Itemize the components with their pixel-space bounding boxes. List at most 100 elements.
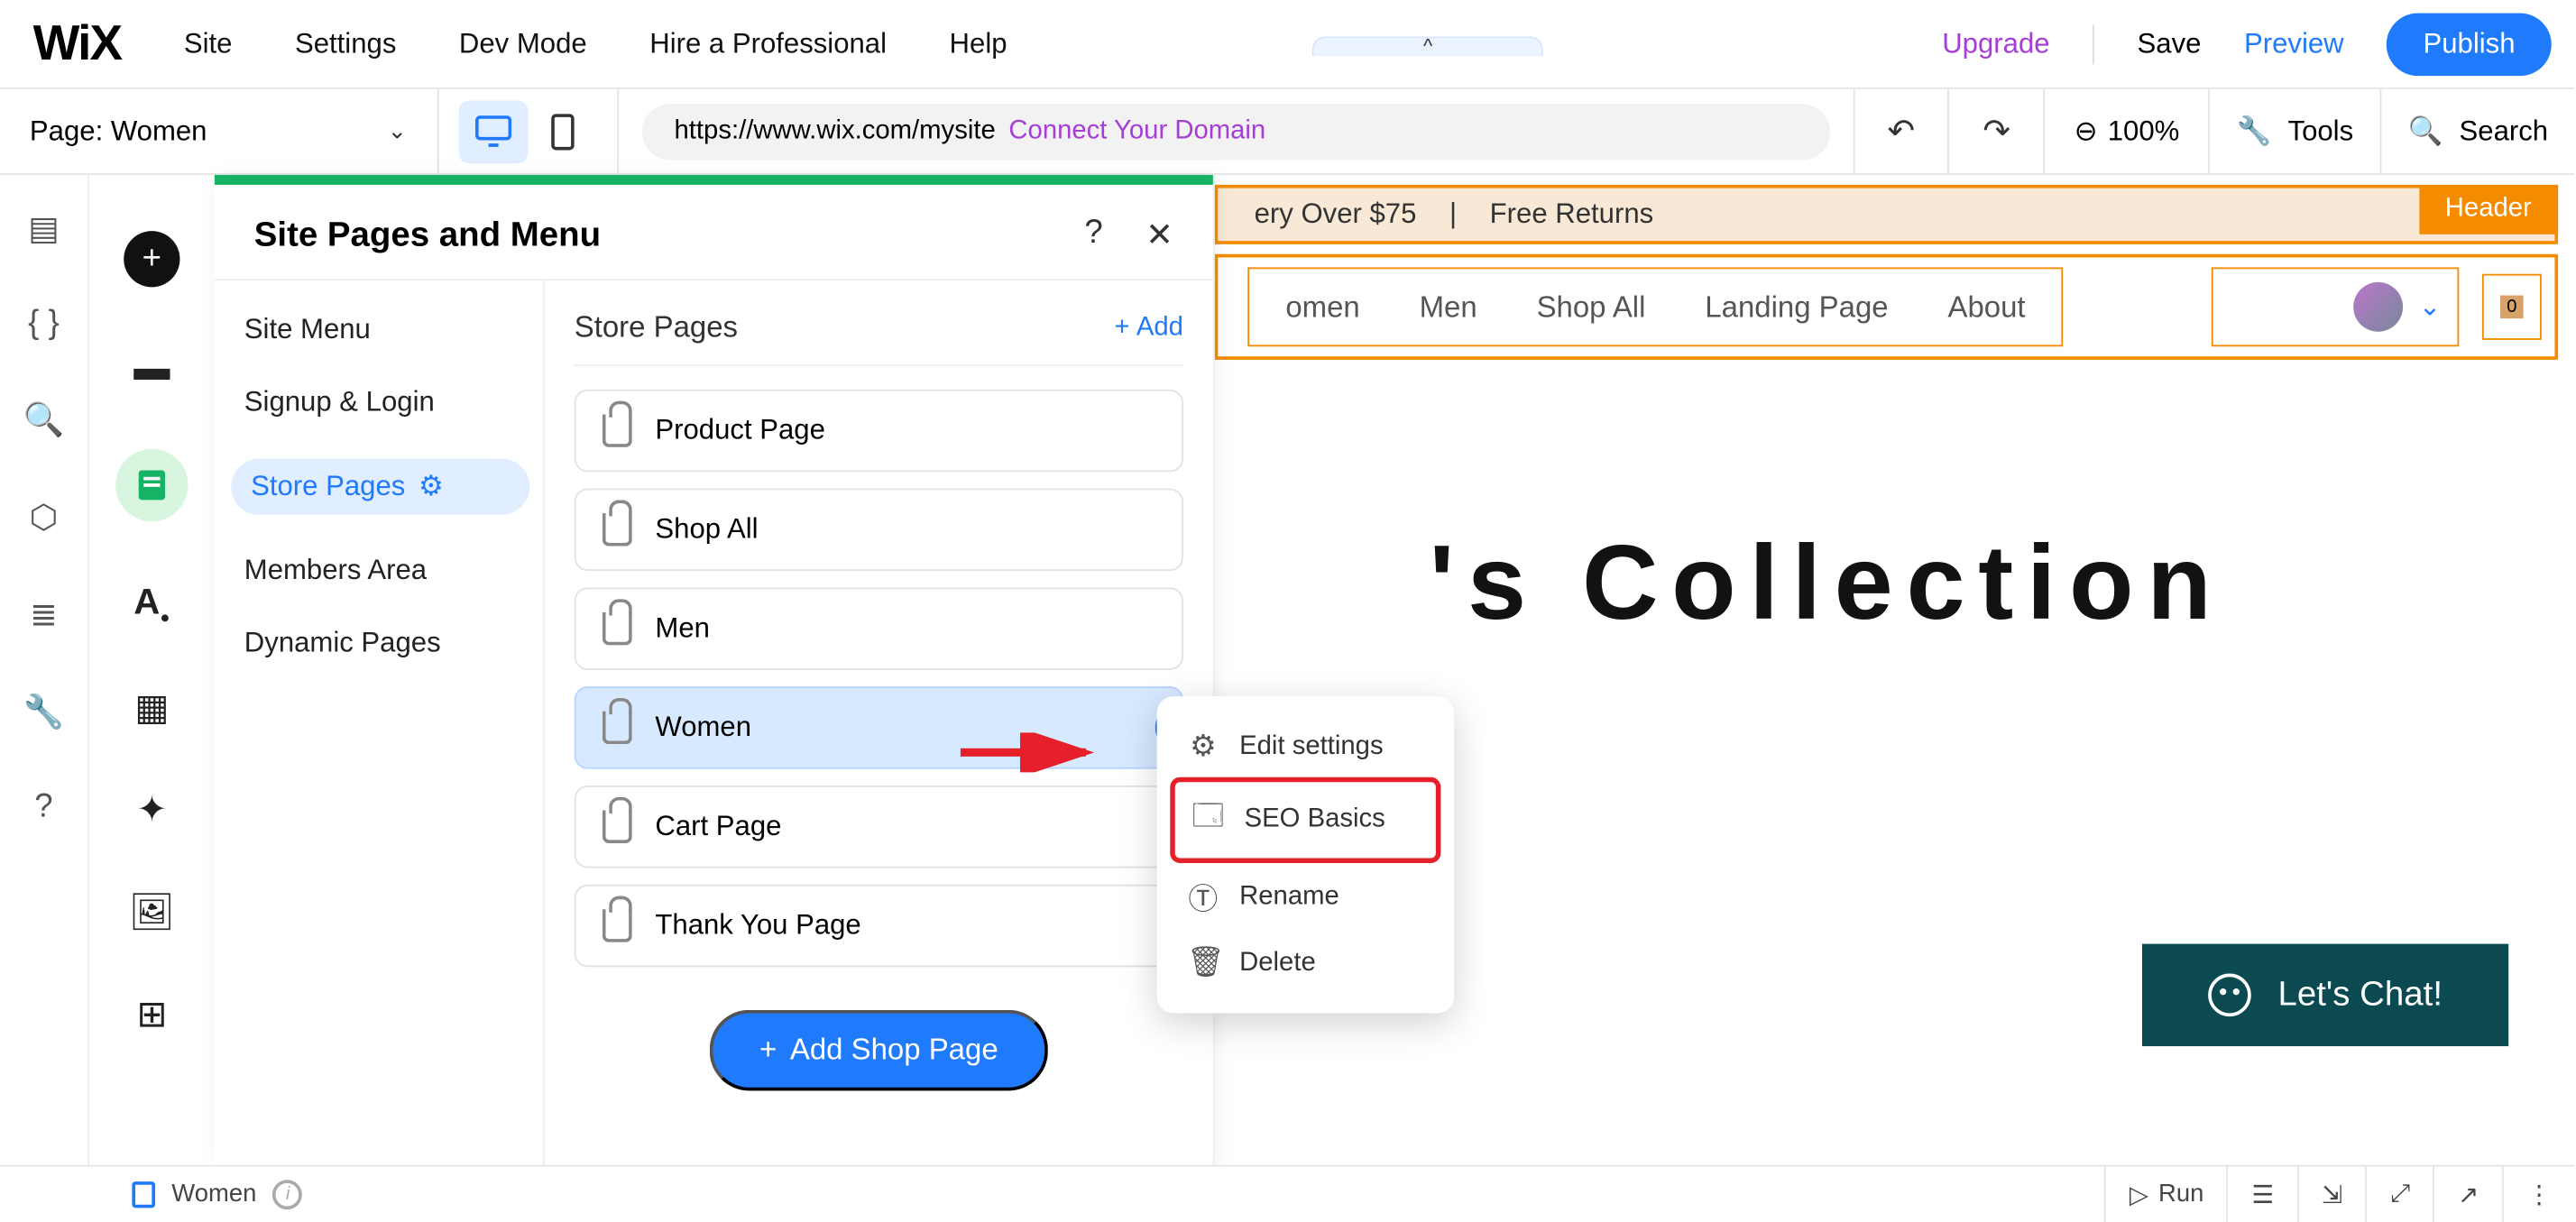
publish-button[interactable]: Publish <box>2387 13 2552 76</box>
panel-close-button[interactable]: ✕ <box>1145 215 1173 256</box>
banner-returns-text: Free Returns <box>1490 198 1654 232</box>
run-button[interactable]: ▷Run <box>2104 1166 2227 1222</box>
page-selector[interactable]: Page: Women ⌄ <box>0 89 438 173</box>
page-selector-label: Page: Women <box>30 115 207 148</box>
package-icon[interactable]: ⬡ <box>30 497 59 538</box>
ctx-edit-settings[interactable]: ⚙Edit settings <box>1170 716 1440 777</box>
code-braces-icon[interactable]: { } <box>28 306 60 344</box>
chevron-down-icon: ⌄ <box>388 117 407 145</box>
bag-icon <box>603 612 632 646</box>
nav-landing[interactable]: Landing Page <box>1705 289 1888 324</box>
nav-women[interactable]: omen <box>1285 289 1359 324</box>
apps-icon[interactable]: ▦ <box>134 687 169 730</box>
preview-button[interactable]: Preview <box>2244 27 2344 60</box>
search-button[interactable]: 🔍 Search <box>2381 89 2574 173</box>
layout-icon[interactable]: ⊞ <box>136 994 167 1037</box>
ctx-rename[interactable]: ⓉRename <box>1170 863 1440 933</box>
footer-tool-3[interactable]: ⤢ <box>2366 1166 2433 1222</box>
desktop-icon <box>474 115 511 148</box>
menu-help[interactable]: Help <box>950 27 1007 60</box>
page-categories: Site Menu Signup & Login Store Pages ⚙ M… <box>215 280 545 1168</box>
bottom-bar: Women i ▷Run ☰ ⇲ ⤢ ↗ ⋮ <box>0 1165 2574 1221</box>
page-item-men[interactable]: Men <box>575 587 1183 669</box>
category-store-pages-label: Store Pages <box>251 470 405 503</box>
site-nav-bar[interactable]: omen Men Shop All Landing Page About ⌄ 0 <box>1215 254 2558 360</box>
database-icon[interactable]: ≣ <box>30 594 58 636</box>
page-list-column: Store Pages + Add Product Page Shop All … <box>545 280 1213 1168</box>
add-element-button[interactable]: + <box>124 231 179 287</box>
header-section-badge[interactable]: Header <box>2418 185 2558 234</box>
page-code-icon[interactable]: ▤ <box>28 208 60 250</box>
footer-tool-2[interactable]: ⇲ <box>2297 1166 2366 1222</box>
panel-title: Site Pages and Menu <box>254 216 601 255</box>
bag-icon <box>603 414 632 447</box>
sections-icon[interactable]: ▬ <box>133 346 170 390</box>
menu-hire[interactable]: Hire a Professional <box>649 27 887 60</box>
device-switcher <box>438 89 618 173</box>
design-icon[interactable]: A● <box>133 581 170 628</box>
panel-help-button[interactable]: ? <box>1084 215 1102 256</box>
text-icon: Ⓣ <box>1187 877 1220 920</box>
nav-shop-all[interactable]: Shop All <box>1537 289 1646 324</box>
category-store-pages[interactable]: Store Pages ⚙ <box>231 459 529 515</box>
addons-icon[interactable]: ✦ <box>136 789 167 832</box>
footer-tool-4[interactable]: ↗ <box>2433 1166 2502 1222</box>
search-rail-icon[interactable]: 🔍 <box>23 400 65 441</box>
add-shop-page-button[interactable]: + Add Shop Page <box>710 1010 1047 1091</box>
gear-icon: ⚙ <box>419 470 444 503</box>
ctx-seo-basics[interactable]: 🗔SEO Basics <box>1170 777 1440 863</box>
page-item-shop-all[interactable]: Shop All <box>575 489 1183 571</box>
page-item-label: Women <box>655 712 751 745</box>
wrench-rail-icon[interactable]: 🔧 <box>23 692 65 733</box>
cart-count: 0 <box>2500 296 2524 319</box>
redo-button[interactable]: ↷ <box>1950 89 2046 173</box>
login-box[interactable]: ⌄ <box>2212 267 2459 346</box>
nav-links-box[interactable]: omen Men Shop All Landing Page About <box>1247 267 2063 346</box>
footer-overflow[interactable]: ⋮ <box>2502 1166 2575 1222</box>
footer-tool-1[interactable]: ☰ <box>2227 1166 2297 1222</box>
media-icon[interactable]: 🖼 <box>129 892 175 935</box>
tools-menu[interactable]: 🔧 Tools <box>2210 89 2381 173</box>
site-url-bar[interactable]: https://www.wix.com/mysite Connect Your … <box>641 103 1829 159</box>
info-icon[interactable]: i <box>273 1179 303 1208</box>
search-label: Search <box>2460 115 2549 148</box>
page-item-thank-you[interactable]: Thank You Page <box>575 885 1183 967</box>
page-context-menu: ⚙Edit settings 🗔SEO Basics ⓉRename 🗑Dele… <box>1157 696 1454 1013</box>
nav-men[interactable]: Men <box>1420 289 1477 324</box>
page-item-cart-page[interactable]: Cart Page <box>575 786 1183 868</box>
help-rail-icon[interactable]: ? <box>34 789 52 827</box>
cart-button[interactable]: 0 <box>2482 274 2542 340</box>
lets-chat-button[interactable]: Let's Chat! <box>2142 944 2508 1046</box>
wix-logo[interactable]: WiX <box>0 15 154 71</box>
banner-delivery-text: ery Over $75 <box>1255 198 1417 232</box>
category-members-area[interactable]: Members Area <box>244 555 530 588</box>
upgrade-link[interactable]: Upgrade <box>1942 27 2049 60</box>
page-hero-title[interactable]: 's Collection <box>1430 521 2225 643</box>
left-tool-rail: ▤ { } 🔍 ⬡ ≣ 🔧 ? <box>0 175 89 1168</box>
menu-settings[interactable]: Settings <box>295 27 396 60</box>
page-item-product-page[interactable]: Product Page <box>575 390 1183 472</box>
menu-site[interactable]: Site <box>184 27 233 60</box>
promo-banner[interactable]: ery Over $75 | Free Returns <box>1215 185 2558 244</box>
panel-accent-line <box>215 175 1213 185</box>
category-dynamic-pages[interactable]: Dynamic Pages <box>244 627 530 660</box>
editor-sidebar: + ▬ A● ▦ ✦ 🖼 ⊞ <box>89 175 215 1168</box>
save-button[interactable]: Save <box>2138 27 2202 60</box>
pages-menu-button[interactable] <box>115 449 189 522</box>
connect-domain-link[interactable]: Connect Your Domain <box>1008 116 1265 146</box>
nav-about[interactable]: About <box>1947 289 2025 324</box>
ctx-delete[interactable]: 🗑Delete <box>1170 933 1440 994</box>
annotation-arrow <box>957 732 1106 772</box>
ctx-label: Delete <box>1239 948 1316 978</box>
category-signup-login[interactable]: Signup & Login <box>244 386 530 419</box>
desktop-view-button[interactable] <box>458 100 528 163</box>
mobile-view-button[interactable] <box>528 100 597 163</box>
add-page-link[interactable]: + Add <box>1114 313 1183 343</box>
zoom-control[interactable]: ⊖ 100% <box>2046 89 2211 173</box>
undo-button[interactable]: ↶ <box>1854 89 1950 173</box>
ctx-label: SEO Basics <box>1245 805 1385 835</box>
menu-dev-mode[interactable]: Dev Mode <box>459 27 587 60</box>
category-site-menu[interactable]: Site Menu <box>244 314 530 347</box>
site-pages-panel: Site Pages and Menu ? ✕ Site Menu Signup… <box>215 175 1215 1168</box>
top-drawer-handle[interactable] <box>1312 35 1543 55</box>
